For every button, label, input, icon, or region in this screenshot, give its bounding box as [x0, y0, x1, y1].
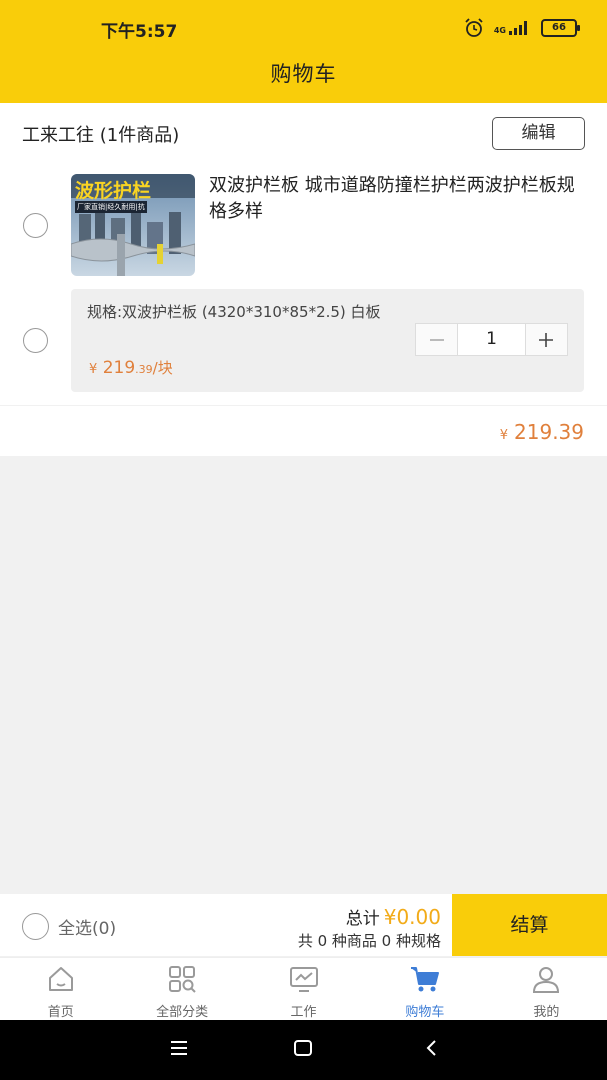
back-icon[interactable] [422, 1038, 442, 1058]
select-all-label[interactable]: 全选(0) [58, 914, 116, 939]
quantity-stepper: 1 [415, 323, 568, 356]
total-count-summary: 共 0 种商品 0 种规格 [297, 932, 441, 950]
price-unit: /块 [152, 359, 173, 377]
edit-button[interactable]: 编辑 [492, 117, 585, 150]
tab-label-categories: 全部分类 [156, 1005, 209, 1020]
menu-icon[interactable] [169, 1038, 189, 1058]
minus-icon [429, 338, 444, 341]
network-indicator: 4G [494, 21, 531, 35]
thumbnail-subline: 厂家直销|经久耐用|抗 [75, 201, 147, 213]
unit-price: ¥ 219.39/块 [89, 357, 173, 378]
select-all-radio[interactable] [22, 913, 49, 940]
tab-label-work: 工作 [290, 1005, 317, 1020]
signal-icon [509, 21, 527, 35]
product-select-radio[interactable] [23, 213, 48, 238]
tab-bar: 首页 全部分类 工作 购物车 我的 [0, 957, 607, 1021]
system-nav-bar [0, 1020, 607, 1080]
shop-name: 工来工往 (1件商品) [22, 125, 180, 146]
battery-icon: 66 [541, 19, 580, 37]
decrease-button[interactable] [416, 324, 457, 355]
quantity-input[interactable]: 1 [457, 324, 526, 355]
tab-label-cart: 购物车 [405, 1005, 445, 1020]
tab-categories[interactable]: 全部分类 [121, 958, 242, 1021]
checkout-button[interactable]: 结算 [452, 894, 607, 956]
page-title: 购物车 [270, 62, 337, 86]
spec-box: 规格:双波护栏板 (4320*310*85*2.5) 白板 ¥ 219.39/块… [71, 289, 584, 392]
product-title[interactable]: 双波护栏板 城市道路防撞栏护栏两波护栏板规格多样 [209, 173, 579, 225]
tab-cart[interactable]: 购物车 [364, 958, 485, 1021]
home-icon [48, 967, 73, 991]
checkout-bar: 全选(0) 总计 ¥0.00 共 0 种商品 0 种规格 结算 [0, 894, 607, 956]
total-summary: 总计 ¥0.00 [346, 904, 441, 929]
home-square-icon[interactable] [293, 1038, 313, 1058]
tab-home[interactable]: 首页 [0, 958, 121, 1021]
spec-select-radio[interactable] [23, 328, 48, 353]
total-amount: ¥0.00 [383, 905, 441, 929]
price-decimal: .39 [135, 363, 153, 376]
increase-button[interactable] [526, 324, 567, 355]
alarm-icon [465, 18, 483, 37]
shop-card: 工来工往 (1件商品) 编辑 波形护栏 厂家直销|经久耐用|抗 双波护栏板 城市… [0, 103, 607, 405]
spec-text: 规格:双波护栏板 (4320*310*85*2.5) 白板 [87, 303, 381, 321]
total-label: 总计 [345, 909, 380, 929]
subtotal-amount: 219.39 [514, 420, 584, 444]
app-header: 下午5:57 4G 66 购物车 [0, 0, 607, 103]
product-thumbnail[interactable]: 波形护栏 厂家直销|经久耐用|抗 [71, 174, 195, 276]
plus-icon [539, 332, 554, 347]
cart-icon [410, 967, 439, 992]
tab-label-profile: 我的 [533, 1005, 560, 1020]
price-currency: ¥ [89, 362, 98, 377]
shop-subtotal: ¥219.39 [500, 420, 584, 444]
price-main: 219 [102, 358, 136, 378]
category-icon [169, 966, 196, 993]
status-icons: 4G 66 [464, 18, 580, 38]
monitor-icon [289, 967, 318, 992]
tab-label-home: 首页 [47, 1005, 74, 1020]
subtotal-currency: ¥ [499, 428, 509, 443]
tab-work[interactable]: 工作 [243, 958, 364, 1021]
network-type: 4G [493, 26, 506, 35]
thumbnail-headline: 波形护栏 [75, 180, 152, 202]
shop-subtotal-row: ¥219.39 [0, 406, 607, 456]
user-icon [533, 967, 560, 993]
status-time: 下午5:57 [101, 22, 178, 42]
tab-profile[interactable]: 我的 [486, 958, 607, 1021]
